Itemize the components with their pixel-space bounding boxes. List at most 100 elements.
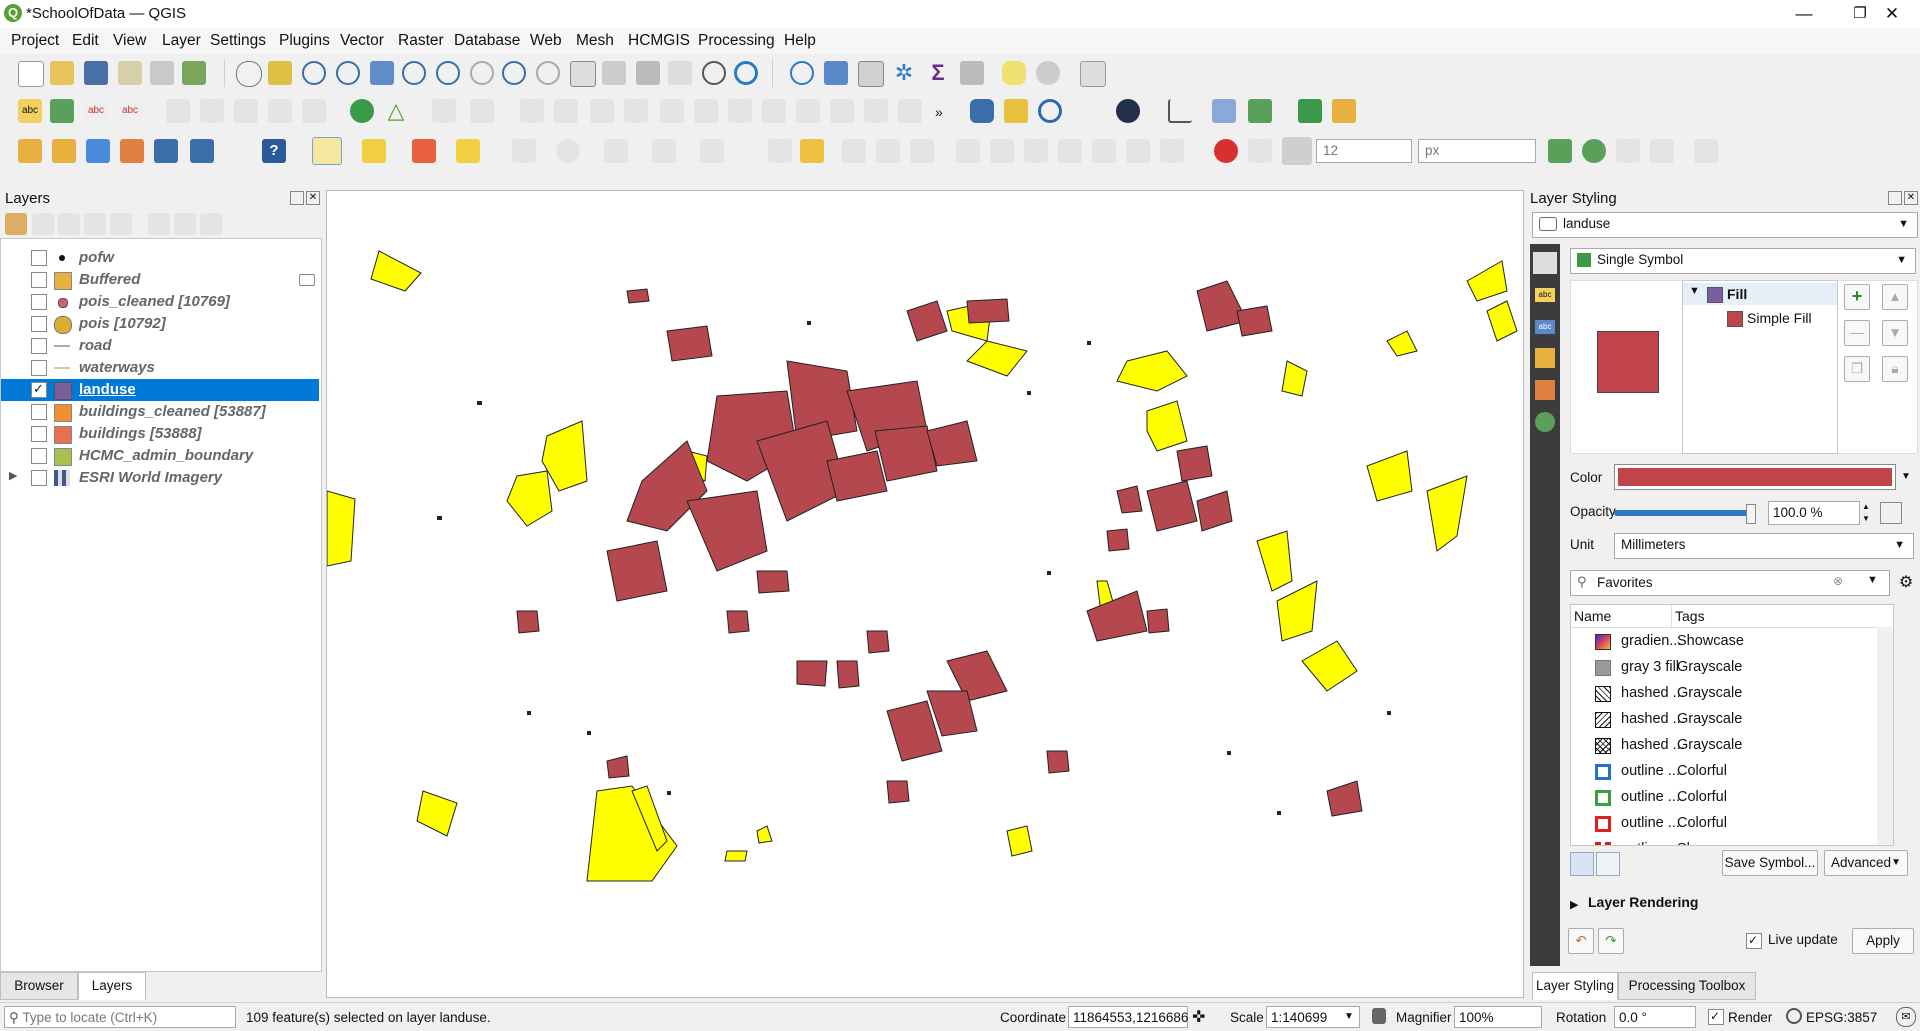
- digitize-icon-11[interactable]: [796, 99, 820, 123]
- edit-icon-5[interactable]: [956, 139, 980, 163]
- digitize-icon-14[interactable]: [898, 99, 922, 123]
- layer-item[interactable]: buildings [53888]: [1, 423, 319, 445]
- digitize-icon-3[interactable]: [520, 99, 544, 123]
- open-project-icon[interactable]: [50, 61, 74, 85]
- data-source-manager-icon[interactable]: [18, 139, 42, 163]
- snapping-icon-a[interactable]: [1548, 139, 1572, 163]
- embedded-indicator-icon[interactable]: [299, 274, 315, 286]
- processing-toolbox-icon[interactable]: ✲: [892, 61, 916, 85]
- delete-icon[interactable]: [990, 139, 1014, 163]
- layer-item[interactable]: ✓ landuse: [1, 379, 319, 401]
- copy-icon[interactable]: [1058, 139, 1082, 163]
- symbol-list-item[interactable]: hashed ... Grayscale: [1571, 733, 1881, 759]
- layer-item[interactable]: Buffered: [1, 269, 319, 291]
- crs-button[interactable]: EPSG:3857: [1806, 1010, 1877, 1025]
- menu-edit[interactable]: Edit: [72, 32, 99, 50]
- layer-item[interactable]: pofw: [1, 247, 319, 269]
- style-manager-icon[interactable]: ⚙: [1896, 572, 1916, 594]
- remove-layer-icon[interactable]: [200, 213, 222, 235]
- more-tools-chevron-icon[interactable]: »: [935, 104, 943, 120]
- unit-select[interactable]: Millimeters ▼: [1614, 533, 1914, 559]
- layer-visibility-checkbox[interactable]: [31, 360, 47, 376]
- label-change-icon[interactable]: [234, 99, 258, 123]
- menu-help[interactable]: Help: [784, 32, 816, 50]
- opacity-slider-handle[interactable]: [1746, 504, 1756, 524]
- snapping-magnet-icon[interactable]: [1214, 139, 1238, 163]
- save-symbol-button[interactable]: Save Symbol...: [1722, 850, 1818, 876]
- symbol-list-item[interactable]: hashed ... Grayscale: [1571, 681, 1881, 707]
- temporal-controller-icon[interactable]: [702, 61, 726, 85]
- label-show-icon[interactable]: abc: [118, 99, 142, 123]
- symbol-list-item[interactable]: outline ...Showcase: [1571, 837, 1881, 845]
- shape-icon-4[interactable]: [652, 139, 676, 163]
- select-location-icon[interactable]: [456, 139, 480, 163]
- annotations-icon[interactable]: [1080, 61, 1106, 87]
- layer-item[interactable]: waterways: [1, 357, 319, 379]
- new-print-layout-icon[interactable]: [118, 61, 142, 85]
- field-calculator-icon[interactable]: [858, 61, 884, 87]
- locate-field[interactable]: ⚲ Type to locate (Ctrl+K): [4, 1006, 236, 1028]
- add-delimited-icon[interactable]: [190, 139, 214, 163]
- opacity-field[interactable]: 100.0 %: [1768, 501, 1860, 525]
- snapping-icon-d[interactable]: [1650, 139, 1674, 163]
- minimize-button[interactable]: —: [1776, 0, 1832, 28]
- globe-icon[interactable]: [1116, 99, 1140, 123]
- tab-browser[interactable]: Browser: [0, 972, 78, 1000]
- opacity-slider[interactable]: [1614, 510, 1750, 516]
- diagrams-tab-icon[interactable]: [1535, 380, 1555, 400]
- column-name[interactable]: Name: [1574, 608, 1611, 624]
- tree-simple-fill-row[interactable]: Simple Fill: [1683, 307, 1837, 329]
- layer-visibility-checkbox[interactable]: [31, 294, 47, 310]
- layout-manager-icon[interactable]: [150, 61, 174, 85]
- statistical-summary-icon[interactable]: Σ: [926, 61, 950, 85]
- menu-mesh[interactable]: Mesh: [576, 32, 614, 50]
- symbol-list-item[interactable]: outline ... Colorful: [1571, 811, 1881, 837]
- zoom-native-icon[interactable]: [470, 61, 494, 85]
- bookmarks-icon[interactable]: [668, 61, 692, 85]
- paste-icon[interactable]: [1092, 139, 1116, 163]
- undo-icon[interactable]: [1126, 139, 1150, 163]
- layer-visibility-checkbox[interactable]: ✓: [31, 381, 47, 398]
- layer-visibility-checkbox[interactable]: [31, 250, 47, 266]
- color-button[interactable]: [1614, 464, 1896, 490]
- render-checkbox[interactable]: ✓: [1708, 1009, 1724, 1025]
- label-hide-icon[interactable]: [302, 99, 326, 123]
- map-canvas[interactable]: [326, 190, 1524, 998]
- close-panel-icon[interactable]: ✕: [306, 191, 320, 205]
- data-defined-icon[interactable]: [1880, 502, 1902, 524]
- symbol-list-item[interactable]: hashed ... Grayscale: [1571, 707, 1881, 733]
- pan-to-selection-icon[interactable]: [268, 61, 292, 85]
- digitize-icon-10[interactable]: [762, 99, 786, 123]
- open-attribute-table-icon[interactable]: [824, 61, 848, 85]
- expand-arrow-icon[interactable]: ▶: [1570, 898, 1578, 911]
- add-raster-icon[interactable]: [120, 139, 144, 163]
- new-project-icon[interactable]: [18, 61, 44, 87]
- expand-all-icon[interactable]: [148, 213, 170, 235]
- diagram-icon[interactable]: [50, 99, 74, 123]
- add-group-icon[interactable]: [32, 213, 54, 235]
- symbol-list-scrollbar[interactable]: [1877, 627, 1893, 845]
- layer-item[interactable]: HCMC_admin_boundary: [1, 445, 319, 467]
- chevron-down-icon[interactable]: ▼: [1867, 574, 1878, 586]
- apply-button[interactable]: Apply: [1852, 928, 1914, 954]
- rotation-field[interactable]: 0.0 °: [1614, 1006, 1696, 1028]
- layer-item[interactable]: ▶ ESRI World Imagery: [1, 467, 319, 489]
- tab-layers[interactable]: Layers: [78, 972, 146, 1000]
- layer-visibility-checkbox[interactable]: [31, 316, 47, 332]
- open-layer-styling-icon[interactable]: [5, 213, 27, 235]
- move-down-button[interactable]: ▼: [1882, 320, 1908, 346]
- edit-icon-3[interactable]: [876, 139, 900, 163]
- symbol-search-field[interactable]: ⚲ Favorites ⊗ ▼: [1570, 570, 1890, 596]
- shape-icon-1[interactable]: [512, 139, 536, 163]
- filter-expression-icon[interactable]: [110, 213, 132, 235]
- zoom-out-icon[interactable]: [336, 61, 360, 85]
- menu-vector[interactable]: Vector: [340, 32, 384, 50]
- label-pin-icon[interactable]: abc: [84, 99, 108, 123]
- tab-layer-styling[interactable]: Layer Styling: [1532, 972, 1618, 1000]
- menu-view[interactable]: View: [113, 32, 146, 50]
- edit-icon-1[interactable]: [768, 139, 792, 163]
- symbol-list-item[interactable]: gray 3 fill Grayscale: [1571, 655, 1881, 681]
- masks-tab-icon[interactable]: abc: [1535, 320, 1555, 334]
- digitize-icon-12[interactable]: [830, 99, 854, 123]
- snapping-type-icon[interactable]: [1282, 137, 1312, 165]
